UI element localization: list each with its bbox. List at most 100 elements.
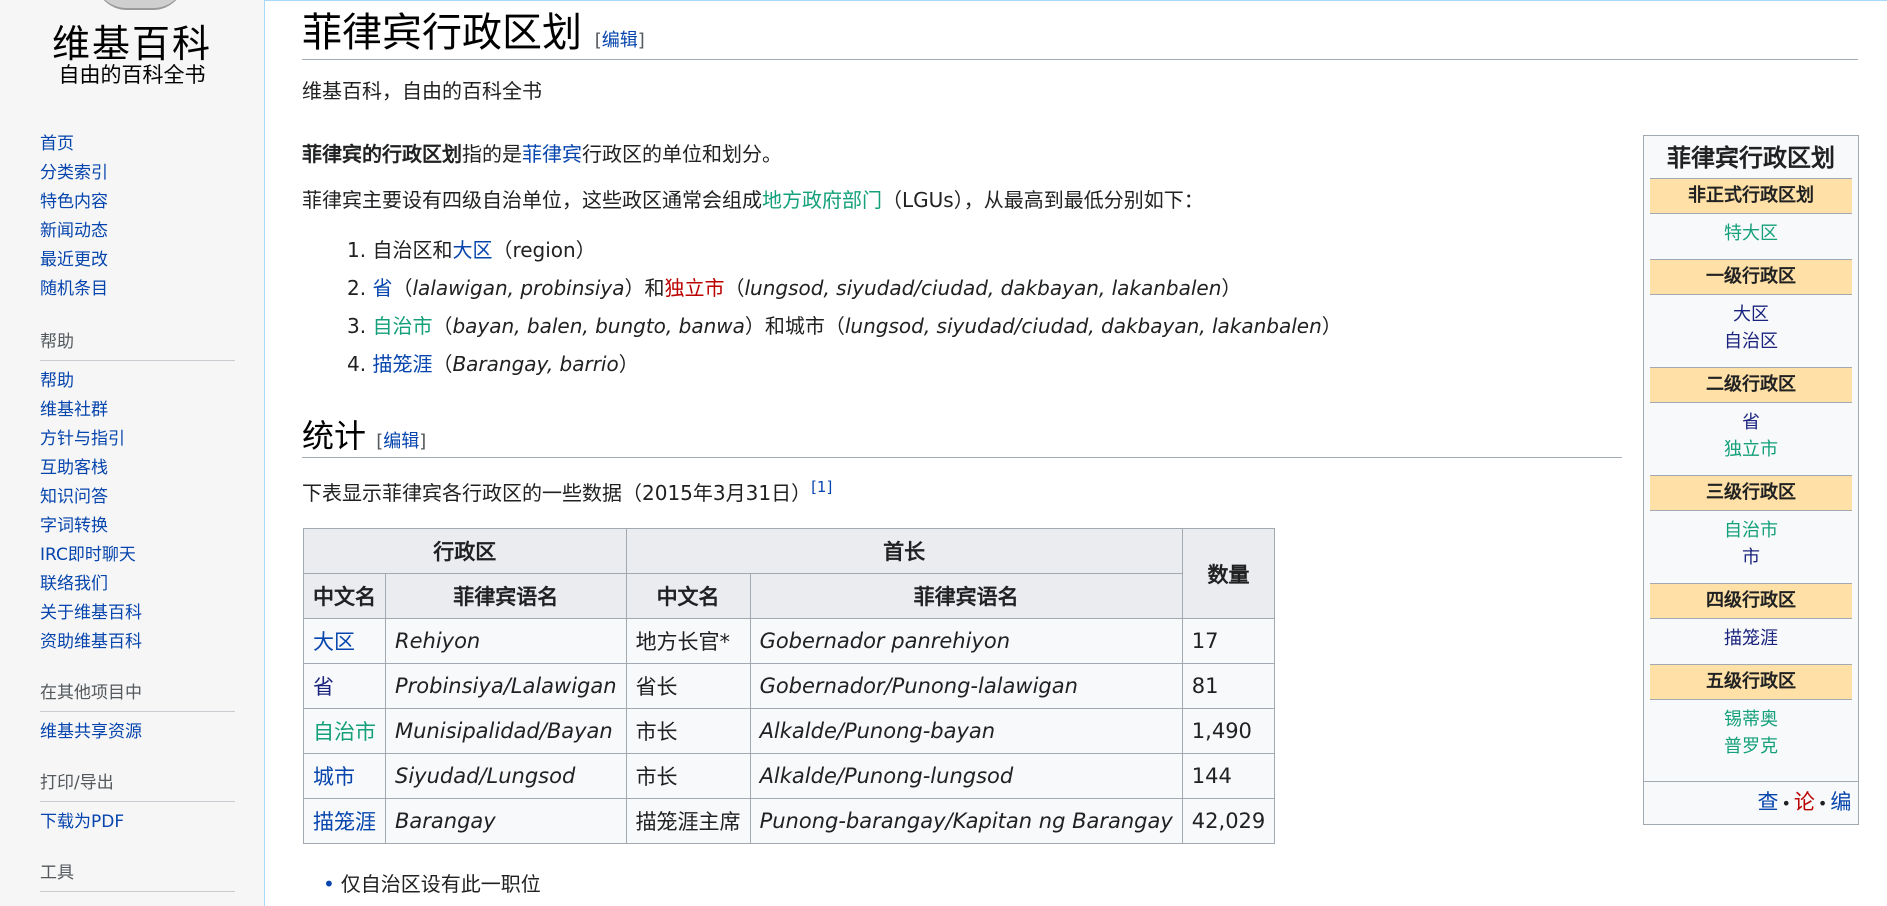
nav-item-about[interactable]: 关于维基百科 <box>40 599 235 628</box>
navbox-talk-link[interactable]: 论 <box>1794 790 1815 814</box>
nav-heading-help[interactable]: 帮助 <box>40 330 235 361</box>
row-count: 144 <box>1181 753 1276 799</box>
list-italic: lungsod, siyudad/ciudad, dakbayan, lakan… <box>744 276 1222 300</box>
nav-main: 首页 分类索引 特色内容 新闻动态 最近更改 随机条目 <box>40 130 235 304</box>
lead-paragraph: 菲律宾的行政区划指的是菲律宾行政区的单位和划分。 <box>302 138 782 170</box>
section-edit-link[interactable]: 编辑 <box>383 431 419 452</box>
list-italic: lalawigan, probinsiya <box>412 276 625 300</box>
list-number: 2. <box>347 276 367 300</box>
link-region[interactable]: 大区 <box>452 238 492 262</box>
row-head-zh: 市长 <box>625 708 751 754</box>
navbox-group-heading: 三级行政区 <box>1650 475 1852 511</box>
nav-item-commons[interactable]: 维基共享资源 <box>40 718 235 747</box>
table-footnote: • 仅自治区设有此一职位 <box>323 869 541 899</box>
list-text: 自治区和 <box>372 238 453 262</box>
separator: • <box>1781 794 1791 813</box>
header-head-official: 首长 <box>625 528 1183 574</box>
nav-item-pdf[interactable]: 下载为PDF <box>40 808 235 837</box>
link-lgu[interactable]: 地方政府部门 <box>762 188 882 212</box>
list-text: （ <box>392 276 413 300</box>
list-text: （ <box>724 276 745 300</box>
navbox-group: 非正式行政区划 特大区 <box>1650 178 1852 255</box>
navbox-view-link[interactable]: 查 <box>1757 790 1778 814</box>
list-item: 3. 自治市（bayan, balen, bungto, banwa）和城市（l… <box>347 307 1342 345</box>
list-text: （ <box>432 314 453 338</box>
nav-item-donate[interactable]: 资助维基百科 <box>40 628 235 657</box>
wikipedia-globe-icon[interactable] <box>95 0 185 10</box>
navbox-edit-link[interactable]: 编 <box>1830 790 1851 814</box>
nav-item-home[interactable]: 首页 <box>40 130 235 159</box>
nav-heading-tools[interactable]: 工具 <box>40 861 235 892</box>
navbox-link[interactable]: 普罗克 <box>1724 736 1778 757</box>
nav-item-community[interactable]: 维基社群 <box>40 396 235 425</box>
navbox-title: 菲律宾行政区划 <box>1667 144 1835 172</box>
nav-heading-other[interactable]: 在其他项目中 <box>40 681 235 712</box>
navbox-group-heading: 非正式行政区划 <box>1650 178 1852 214</box>
list-number: 3. <box>347 314 367 338</box>
section-heading-statistics: 统计 [编辑] <box>302 416 426 462</box>
navbox-link[interactable]: 特大区 <box>1724 223 1778 244</box>
nav-item-irc[interactable]: IRC即时聊天 <box>40 541 235 570</box>
p2-end: （LGUs），从最高到最低分别如下： <box>882 188 1204 212</box>
navbox-footer: 查 • 论 • 编 <box>1644 781 1858 816</box>
link-philippines[interactable]: 菲律宾 <box>522 142 582 166</box>
row-count: 1,490 <box>1181 708 1276 754</box>
reference-link[interactable]: [1] <box>811 478 832 496</box>
nav-item-village-pump[interactable]: 互助客栈 <box>40 454 235 483</box>
site-logo-subtitle[interactable]: 自由的百科全书 <box>0 62 264 88</box>
row-tl-name: Siyudad/Lungsod <box>385 753 627 799</box>
subheader-tl-name: 菲律宾语名 <box>749 573 1183 619</box>
nav-heading-print[interactable]: 打印/导出 <box>40 771 235 802</box>
navbox-link[interactable]: 独立市 <box>1724 439 1778 460</box>
nav-item-conversion[interactable]: 字词转换 <box>40 512 235 541</box>
link-province[interactable]: 省 <box>372 276 392 300</box>
nav-item-help[interactable]: 帮助 <box>40 367 235 396</box>
navbox-link[interactable]: 自治区 <box>1724 331 1778 352</box>
tagline: 维基百科，自由的百科全书 <box>302 79 542 103</box>
link-municipality[interactable]: 自治市 <box>372 314 432 338</box>
nav-item-qa[interactable]: 知识问答 <box>40 483 235 512</box>
stats-intro-text: 下表显示菲律宾各行政区的一些数据（2015年3月31日） <box>302 481 812 505</box>
navbox-link[interactable]: 描笼涯 <box>1724 628 1778 649</box>
navbox-link[interactable]: 市 <box>1742 547 1760 568</box>
list-text: ） <box>1321 314 1342 338</box>
nav-print: 打印/导出 下载为PDF <box>40 771 235 837</box>
site-logo-title[interactable]: 维基百科 <box>0 22 264 66</box>
list-italic: Barangay, barrio <box>452 352 619 376</box>
lead-end: 行政区的单位和划分。 <box>582 142 782 166</box>
nav-item-categories[interactable]: 分类索引 <box>40 159 235 188</box>
nav-help: 帮助 帮助 维基社群 方针与指引 互助客栈 知识问答 字词转换 IRC即时聊天 … <box>40 330 235 657</box>
link-independent-city[interactable]: 独立市 <box>664 276 724 300</box>
list-item: 4. 描笼涯（Barangay, barrio） <box>347 345 1342 383</box>
list-text: （region） <box>492 238 596 262</box>
list-number: 4. <box>347 352 367 376</box>
row-tl-name: Barangay <box>385 798 627 844</box>
row-head-tl: Gobernador panrehiyon <box>749 618 1183 664</box>
edit-link[interactable]: 编辑 <box>602 30 638 51</box>
stats-table: 行政区 首长 数量 中文名 菲律宾语名 中文名 菲律宾语名 大区 Rehiyon… <box>303 528 1276 844</box>
nav-item-featured[interactable]: 特色内容 <box>40 188 235 217</box>
article-content: 菲律宾行政区划 [编辑] 维基百科，自由的百科全书 菲律宾的行政区划指的是菲律宾… <box>264 0 1887 906</box>
navbox-link[interactable]: 大区 <box>1733 304 1769 325</box>
row-name-link[interactable]: 描笼涯 <box>313 810 376 834</box>
row-name-link[interactable]: 自治市 <box>313 720 376 744</box>
admin-levels-list: 1. 自治区和大区（region） 2. 省（lalawigan, probin… <box>347 231 1342 383</box>
nav-item-random[interactable]: 随机条目 <box>40 275 235 304</box>
row-head-zh: 描笼涯主席 <box>625 798 751 844</box>
link-barangay[interactable]: 描笼涯 <box>372 352 432 376</box>
table-row: 城市 Siyudad/Lungsod 市长 Alkalde/Punong-lun… <box>303 753 1276 799</box>
row-name-link[interactable]: 城市 <box>313 765 355 789</box>
navbox-link[interactable]: 省 <box>1742 412 1760 433</box>
row-tl-name: Munisipalidad/Bayan <box>385 708 627 754</box>
row-name-link[interactable]: 省 <box>313 675 334 699</box>
navbox-link[interactable]: 锡蒂奥 <box>1724 709 1778 730</box>
nav-item-recent-changes[interactable]: 最近更改 <box>40 246 235 275</box>
row-name-link[interactable]: 大区 <box>313 630 355 654</box>
list-number: 1. <box>347 238 367 262</box>
navbox-link[interactable]: 自治市 <box>1724 520 1778 541</box>
row-tl-name: Probinsiya/Lalawigan <box>385 663 627 709</box>
subheader-zh-name: 中文名 <box>303 573 386 619</box>
nav-item-contact[interactable]: 联络我们 <box>40 570 235 599</box>
nav-item-news[interactable]: 新闻动态 <box>40 217 235 246</box>
nav-item-policies[interactable]: 方针与指引 <box>40 425 235 454</box>
